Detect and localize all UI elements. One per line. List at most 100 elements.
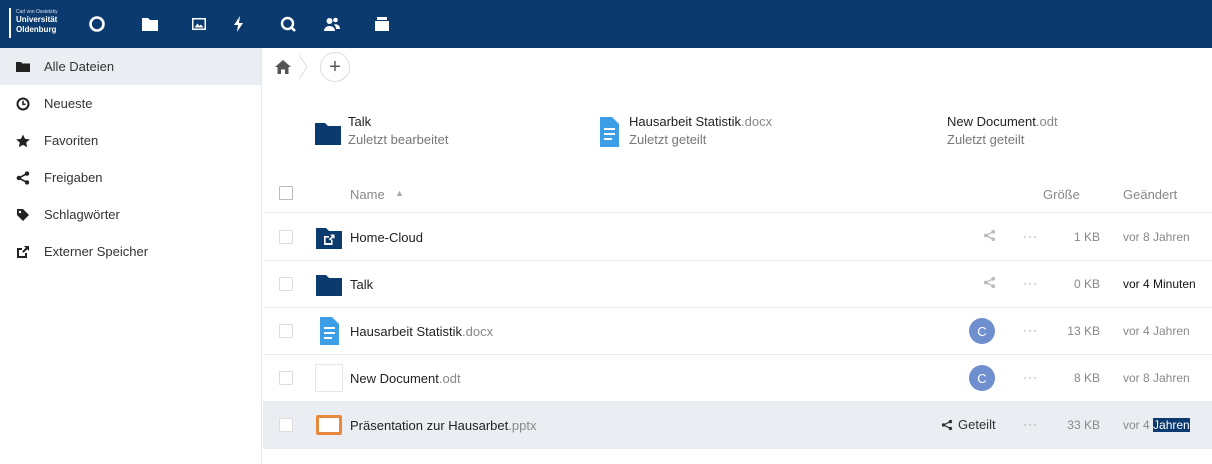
row-checkbox[interactable] [279, 277, 293, 291]
dashboard-circle-icon[interactable] [86, 13, 108, 35]
sidebar: Alle Dateien Neueste Favoriten Freigaben… [0, 48, 262, 464]
avatar[interactable]: C [969, 365, 995, 391]
file-ext: .odt [438, 371, 461, 386]
folder-icon [315, 116, 341, 148]
file-modified-prefix: vor 4 [1123, 418, 1150, 432]
document-icon [315, 317, 343, 345]
sidebar-item-label: Externer Speicher [44, 244, 149, 259]
sidebar-item-label: Neueste [44, 96, 93, 111]
photos-image-icon[interactable] [188, 13, 210, 35]
more-options-button[interactable]: ··· [1023, 370, 1038, 384]
recent-file-name: Talk [348, 114, 372, 129]
sidebar-item-label: Favoriten [44, 133, 99, 148]
deck-icon[interactable] [371, 13, 393, 35]
recent-file-subtitle: Zuletzt bearbeitet [348, 132, 449, 147]
file-size: 33 KB [1067, 418, 1100, 432]
file-modified: vor 8 Jahren [1123, 230, 1190, 244]
recent-file-ext: .docx [741, 114, 773, 129]
sort-ascending-icon: ▲ [395, 188, 404, 198]
university-logo[interactable]: Carl von Ossietzky Universität Oldenburg [9, 8, 67, 41]
sidebar-item-label: Alle Dateien [44, 59, 115, 74]
more-options-button[interactable]: ··· [1023, 229, 1038, 243]
logo-bar [9, 8, 11, 38]
more-options-button[interactable]: ··· [1023, 276, 1038, 290]
file-name: Talk [350, 277, 374, 292]
file-ext: .pptx [508, 418, 537, 433]
recent-file-talk[interactable]: Talk Zuletzt bearbeitet [315, 114, 555, 154]
row-checkbox[interactable] [279, 230, 293, 244]
column-header-size[interactable]: Größe [1043, 187, 1080, 202]
sidebar-item-label: Freigaben [44, 170, 103, 185]
more-options-button[interactable]: ··· [1023, 323, 1038, 337]
file-modified: vor 8 Jahren [1123, 371, 1190, 385]
recent-file-ext: .odt [1035, 114, 1058, 129]
select-all-checkbox[interactable] [279, 186, 293, 200]
row-checkbox[interactable] [279, 418, 293, 432]
table-row[interactable]: Hausarbeit Statistik.docx C ··· 13 KB vo… [263, 308, 1212, 355]
folder-icon [16, 60, 30, 74]
file-name: New Document [350, 371, 439, 386]
breadcrumb-chevron-icon [297, 54, 309, 80]
document-icon [596, 116, 622, 148]
share-icon [941, 419, 953, 430]
add-new-button[interactable]: + [320, 52, 350, 82]
column-header-modified[interactable]: Geändert [1123, 187, 1177, 202]
sidebar-item-schlagwoerter[interactable]: Schlagwörter [0, 196, 261, 233]
logo-line2: Universität [16, 15, 58, 24]
file-ext: .docx [462, 324, 494, 339]
file-modified: vor 4 Jahren [1123, 324, 1190, 338]
table-row[interactable]: Talk ··· 0 KB vor 4 Minuten [263, 261, 1212, 308]
files-folder-icon[interactable] [139, 13, 161, 35]
file-name: Hausarbeit Statistik [350, 324, 462, 339]
file-size: 8 KB [1073, 371, 1100, 385]
file-modified: vor 4 Minuten [1123, 277, 1196, 291]
file-table-header: Name ▲ Größe Geändert [263, 174, 1212, 213]
share-icon [16, 170, 30, 185]
external-folder-icon [315, 223, 343, 251]
contacts-icon[interactable] [321, 13, 343, 35]
sidebar-item-label: Schlagwörter [44, 207, 120, 222]
recent-file-subtitle: Zuletzt geteilt [947, 132, 1025, 147]
file-name: Home-Cloud [350, 230, 423, 245]
file-size: 1 KB [1073, 230, 1100, 244]
share-icon[interactable] [983, 229, 997, 245]
logo-line3: Oldenburg [16, 25, 57, 34]
recent-file-new-document[interactable]: New Document.odt Zuletzt geteilt [914, 114, 1174, 154]
shared-status-button[interactable]: Geteilt [941, 417, 996, 432]
file-size: 0 KB [1073, 277, 1100, 291]
sidebar-item-externer-speicher[interactable]: Externer Speicher [0, 233, 261, 270]
breadcrumb: + [263, 48, 1212, 88]
sidebar-item-neueste[interactable]: Neueste [0, 85, 261, 122]
row-checkbox[interactable] [279, 371, 293, 385]
tag-icon [16, 208, 30, 222]
folder-icon [315, 270, 343, 298]
row-checkbox[interactable] [279, 324, 293, 338]
table-row[interactable]: Präsentation zur Hausarbet.pptx Geteilt … [263, 402, 1212, 449]
shared-label: Geteilt [958, 417, 996, 432]
search-icon[interactable] [277, 13, 299, 35]
avatar[interactable]: C [969, 318, 995, 344]
file-list-area: + Talk Zuletzt bearbeitet Hausarbeit Sta… [263, 48, 1212, 464]
star-icon [16, 134, 30, 148]
file-name: Präsentation zur Hausarbet [350, 418, 509, 433]
sidebar-item-alle-dateien[interactable]: Alle Dateien [0, 48, 261, 85]
file-modified-highlight: Jahren [1153, 418, 1190, 432]
activity-bolt-icon[interactable] [228, 13, 250, 35]
home-icon[interactable] [275, 60, 291, 74]
file-size: 13 KB [1067, 324, 1100, 338]
table-row[interactable]: New Document.odt C ··· 8 KB vor 8 Jahren [263, 355, 1212, 402]
share-icon[interactable] [983, 276, 997, 292]
sidebar-item-favoriten[interactable]: Favoriten [0, 122, 261, 159]
column-header-name[interactable]: Name [350, 187, 385, 202]
table-row[interactable]: Home-Cloud ··· 1 KB vor 8 Jahren [263, 214, 1212, 261]
blank-file-icon [315, 364, 343, 392]
recent-file-subtitle: Zuletzt geteilt [629, 132, 707, 147]
external-link-icon [16, 245, 30, 259]
recent-file-hausarbeit[interactable]: Hausarbeit Statistik.docx Zuletzt geteil… [596, 114, 856, 154]
logo-line1: Carl von Ossietzky [16, 9, 58, 15]
sidebar-item-freigaben[interactable]: Freigaben [0, 159, 261, 196]
more-options-button[interactable]: ··· [1023, 417, 1038, 431]
recent-file-name: New Document [947, 114, 1036, 129]
top-navigation-bar: Carl von Ossietzky Universität Oldenburg [0, 0, 1212, 48]
recent-file-name: Hausarbeit Statistik [629, 114, 741, 129]
